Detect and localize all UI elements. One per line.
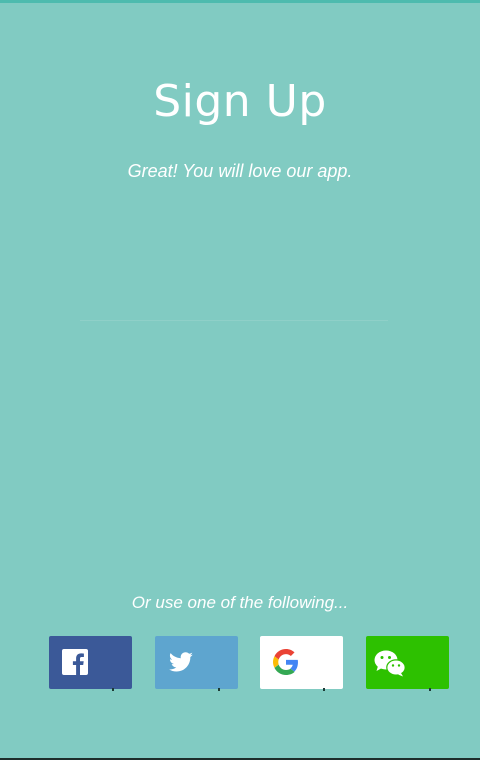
button-shadow-mark [112, 688, 114, 691]
button-shadow-mark [218, 688, 220, 691]
top-edge [0, 0, 480, 3]
facebook-button[interactable] [49, 636, 132, 691]
facebook-icon [62, 649, 88, 675]
button-shadow-mark [429, 688, 431, 691]
google-icon [273, 649, 298, 675]
page-title: Sign Up [153, 76, 327, 127]
twitter-icon [168, 652, 193, 672]
google-button[interactable] [260, 636, 343, 691]
divider [80, 320, 388, 321]
signup-screen: Sign Up Great! You will love our app. Or… [0, 0, 480, 760]
button-shadow-mark [323, 688, 325, 691]
twitter-button[interactable] [155, 636, 238, 691]
wechat-button[interactable] [366, 636, 449, 691]
social-prompt: Or use one of the following... [131, 593, 349, 612]
wechat-icon [374, 650, 406, 677]
page-subtitle: Great! You will love our app. [127, 161, 353, 181]
